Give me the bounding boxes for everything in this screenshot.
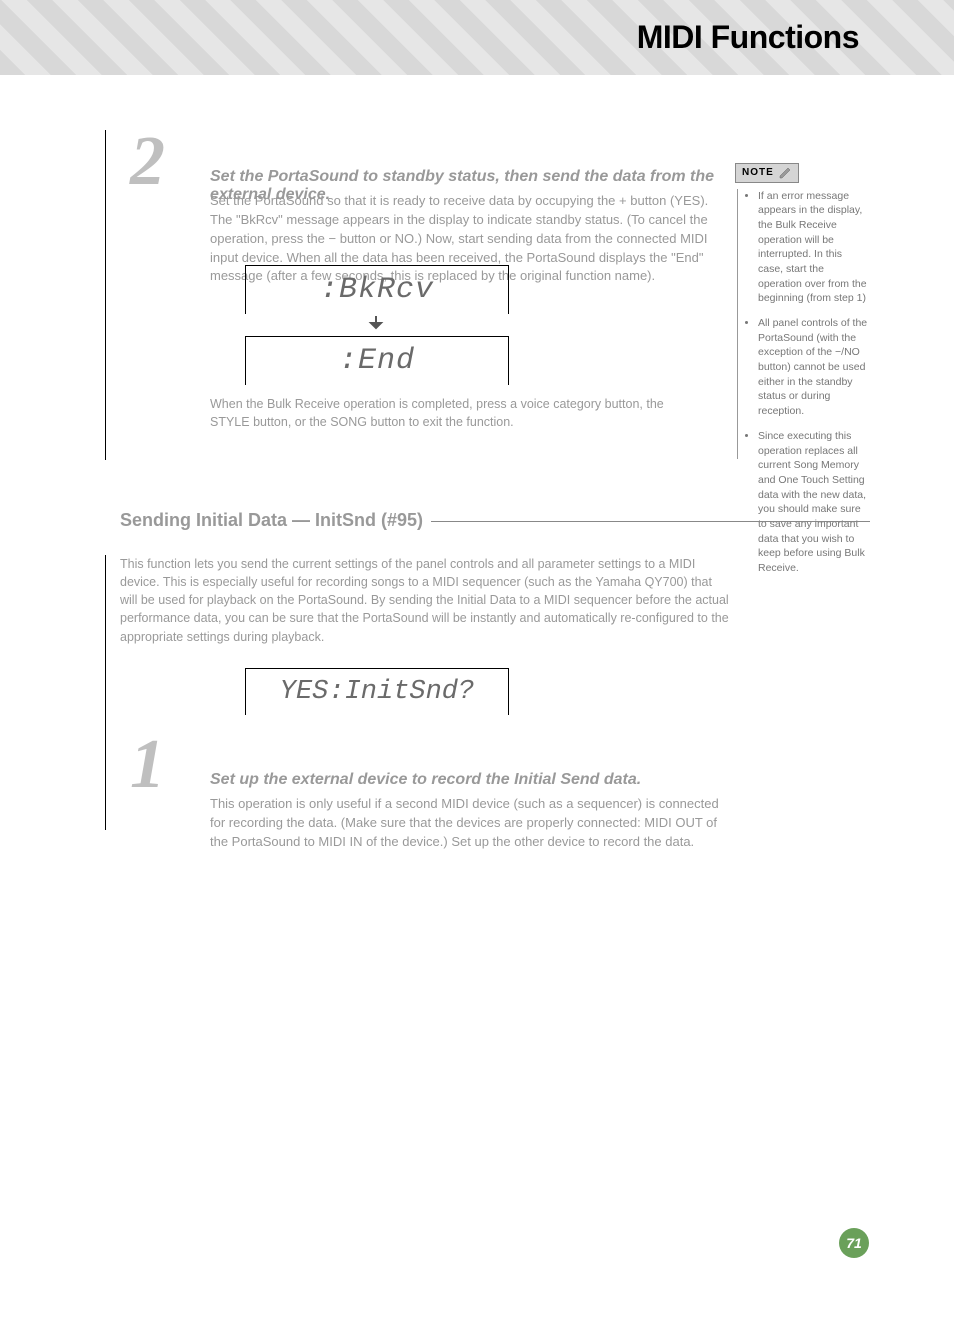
note-item-1: If an error message appears in the displ… — [758, 189, 870, 307]
lcd-arrow-icon — [245, 314, 507, 336]
page-header: MIDI Functions — [0, 0, 954, 75]
lcd-bkrcv: :BkRcv — [245, 265, 509, 314]
note-tag-label: NOTE — [742, 167, 774, 178]
lcd-initsnd: YES:InitSnd? — [245, 668, 509, 715]
lcd-end: :End — [245, 336, 509, 385]
section-initsnd-row: Sending Initial Data — InitSnd (#95) — [120, 510, 870, 531]
left-rule-step2 — [105, 130, 106, 460]
left-rule-initsnd — [105, 555, 106, 830]
step-number-2: 2 — [130, 122, 165, 202]
section-initsnd-title: Sending Initial Data — InitSnd (#95) — [120, 510, 423, 531]
page-number: 71 — [846, 1235, 862, 1251]
pencil-icon — [778, 166, 792, 180]
initsnd-intro: This function lets you send the current … — [120, 555, 730, 646]
header-title: MIDI Functions — [637, 19, 859, 56]
note-item-2: All panel controls of the PortaSound (wi… — [758, 316, 870, 419]
note-item-3: Since executing this operation replaces … — [758, 429, 870, 576]
note-sidebar: NOTE If an error message appears in the … — [735, 162, 870, 459]
note-rule: If an error message appears in the displ… — [737, 189, 870, 459]
step-2-post-text: When the Bulk Receive operation is compl… — [210, 395, 700, 431]
note-tag: NOTE — [735, 163, 799, 183]
page-number-badge: 71 — [839, 1228, 869, 1258]
step-number-1: 1 — [130, 725, 165, 805]
step-1-label: Set up the external device to record the… — [210, 771, 641, 789]
lcd-group-initsnd: YES:InitSnd? — [245, 668, 509, 715]
lcd-group-step2: :BkRcv :End — [245, 265, 509, 385]
section-underline — [431, 521, 870, 522]
step-1-body: This operation is only useful if a secon… — [210, 795, 730, 852]
